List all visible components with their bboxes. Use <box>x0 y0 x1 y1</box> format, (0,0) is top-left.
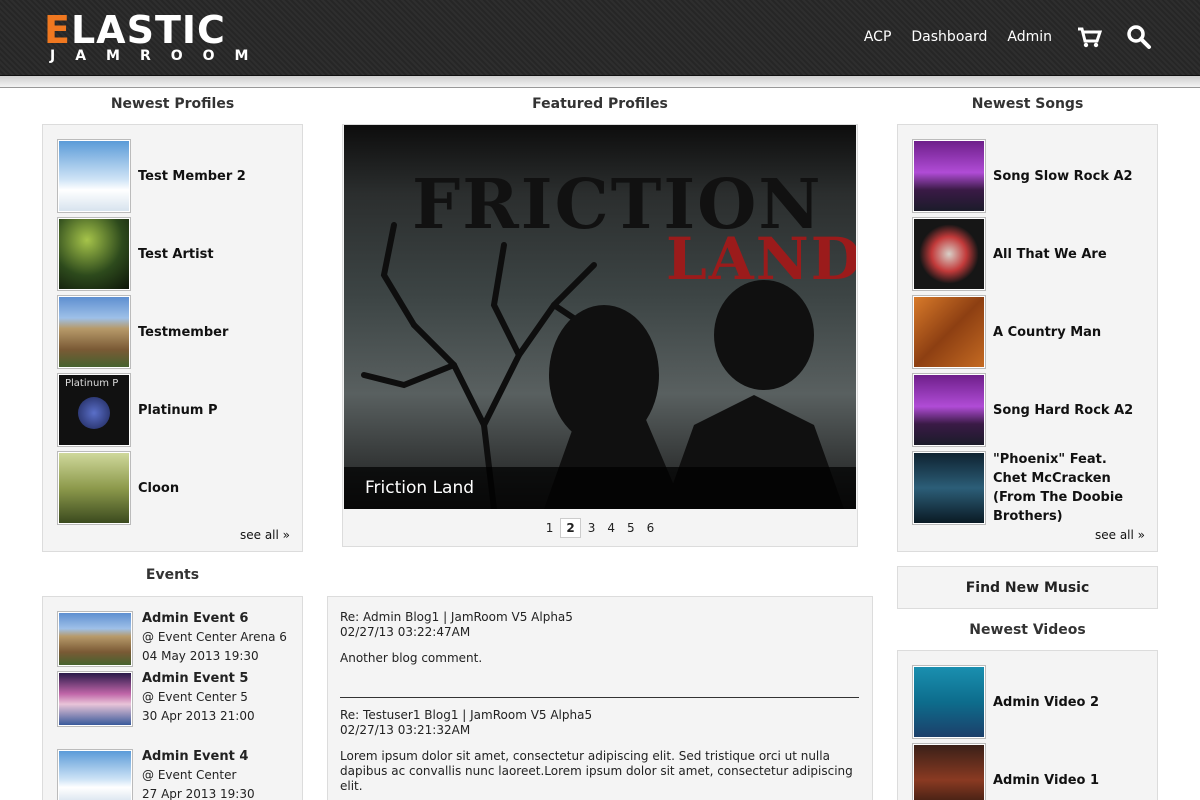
site-logo[interactable]: ELASTIC JAMROOM <box>44 10 284 66</box>
song-title[interactable]: Song Hard Rock A2 <box>993 401 1133 420</box>
page-link[interactable]: 3 <box>583 519 601 537</box>
divider <box>340 697 859 698</box>
event-venue: @ Event Center 5 <box>142 690 248 704</box>
nav-dashboard[interactable]: Dashboard <box>911 29 987 45</box>
video-title[interactable]: Admin Video 1 <box>993 771 1099 790</box>
blog-entry-body: Lorem ipsum dolor sit amet, consectetur … <box>340 749 853 793</box>
blog-entry-date: 02/27/13 03:22:47AM <box>340 625 471 639</box>
tree-silhouette <box>361 222 844 509</box>
profile-thumbnail[interactable] <box>57 139 131 213</box>
list-item[interactable]: "Phoenix" Feat. Chet McCracken (From The… <box>912 451 1143 525</box>
see-all-link[interactable]: see all » <box>240 528 290 542</box>
video-thumbnail[interactable] <box>912 743 986 800</box>
video-title[interactable]: Admin Video 2 <box>993 693 1099 712</box>
page-link[interactable]: 6 <box>642 519 660 537</box>
song-title[interactable]: Song Slow Rock A2 <box>993 167 1133 186</box>
featured-caption[interactable]: Friction Land <box>344 467 856 509</box>
logo-sub-text: JAMROOM <box>50 48 269 64</box>
blog-entry: Re: Admin Blog1 | JamRoom V5 Alpha5 02/2… <box>340 610 860 666</box>
blog-entry-body: Another blog comment. <box>340 651 483 665</box>
blog-entry-date: 02/27/13 03:21:32AM <box>340 723 471 737</box>
event-date: 04 May 2013 19:30 <box>142 649 259 663</box>
blog-comments-panel: Re: Admin Blog1 | JamRoom V5 Alpha5 02/2… <box>327 596 873 800</box>
event-title[interactable]: Admin Event 6 <box>142 609 287 628</box>
profile-name[interactable]: Test Artist <box>138 245 214 264</box>
event-title[interactable]: Admin Event 5 <box>142 669 255 688</box>
event-date: 27 Apr 2013 19:30 <box>142 787 255 800</box>
header-separator <box>0 76 1200 88</box>
list-item[interactable]: Cloon <box>57 451 179 525</box>
list-item[interactable]: A Country Man <box>912 295 1101 369</box>
profile-thumbnail[interactable]: Platinum P <box>57 373 131 447</box>
search-icon[interactable] <box>1126 24 1152 50</box>
page-link-active[interactable]: 2 <box>560 518 581 538</box>
profile-thumbnail[interactable] <box>57 451 131 525</box>
events-title: Events <box>145 567 200 583</box>
event-date: 30 Apr 2013 21:00 <box>142 709 255 723</box>
event-title[interactable]: Admin Event 4 <box>142 747 255 766</box>
song-title[interactable]: All That We Are <box>993 245 1107 264</box>
profile-name[interactable]: Test Member 2 <box>138 167 246 186</box>
list-item[interactable]: All That We Are <box>912 217 1107 291</box>
blog-entry-title[interactable]: Re: Testuser1 Blog1 | JamRoom V5 Alpha5 <box>340 708 860 723</box>
event-thumbnail[interactable] <box>57 611 133 667</box>
list-item[interactable]: Test Artist <box>57 217 214 291</box>
list-item[interactable]: Platinum P Platinum P <box>57 373 218 447</box>
logo-accent-letter: E <box>44 8 71 52</box>
list-item[interactable]: Song Slow Rock A2 <box>912 139 1133 213</box>
newest-profiles-title: Newest Profiles <box>110 96 235 112</box>
newest-videos-title: Newest Videos <box>969 622 1086 638</box>
profile-name[interactable]: Testmember <box>138 323 228 342</box>
song-thumbnail[interactable] <box>912 217 986 291</box>
logo-main-text: LASTIC <box>70 8 226 52</box>
page-link[interactable]: 4 <box>602 519 620 537</box>
profile-name[interactable]: Platinum P <box>138 401 218 420</box>
list-item[interactable]: Song Hard Rock A2 <box>912 373 1133 447</box>
newest-profiles-panel: Test Member 2 Test Artist Testmember Pla… <box>42 124 303 552</box>
main-nav: ACP Dashboard Admin <box>844 24 1152 50</box>
profile-thumbnail[interactable] <box>57 217 131 291</box>
page-link[interactable]: 5 <box>622 519 640 537</box>
song-thumbnail[interactable] <box>912 451 986 525</box>
event-item[interactable]: Admin Event 4 @ Event Center 27 Apr 2013… <box>57 749 255 800</box>
site-header: ELASTIC JAMROOM ACP Dashboard Admin <box>0 0 1200 76</box>
list-item[interactable]: Admin Video 2 <box>912 665 1099 739</box>
see-all-link[interactable]: see all » <box>1095 528 1145 542</box>
thumbnail-text: Platinum P <box>65 378 119 389</box>
events-panel: Admin Event 6 @ Event Center Arena 6 04 … <box>42 596 303 800</box>
list-item[interactable]: Admin Video 1 <box>912 743 1099 800</box>
featured-image[interactable]: FRICTION LAND <box>344 125 856 509</box>
event-venue: @ Event Center Arena 6 <box>142 630 287 644</box>
find-new-music-button[interactable]: Find New Music <box>897 566 1158 609</box>
video-thumbnail[interactable] <box>912 665 986 739</box>
event-item[interactable]: Admin Event 5 @ Event Center 5 30 Apr 20… <box>57 671 255 727</box>
blog-entry-title[interactable]: Re: Admin Blog1 | JamRoom V5 Alpha5 <box>340 610 860 625</box>
featured-pager: 123456 <box>342 518 858 538</box>
song-title[interactable]: "Phoenix" Feat. Chet McCracken (From The… <box>993 450 1143 526</box>
featured-profiles-title: Featured Profiles <box>532 96 668 112</box>
list-item[interactable]: Testmember <box>57 295 228 369</box>
event-venue: @ Event Center <box>142 768 237 782</box>
cart-icon[interactable] <box>1076 24 1103 50</box>
song-thumbnail[interactable] <box>912 295 986 369</box>
event-thumbnail[interactable] <box>57 671 133 727</box>
event-item[interactable]: Admin Event 6 @ Event Center Arena 6 04 … <box>57 611 287 667</box>
nav-acp[interactable]: ACP <box>864 29 892 45</box>
list-item[interactable]: Test Member 2 <box>57 139 246 213</box>
profile-thumbnail[interactable] <box>57 295 131 369</box>
newest-songs-title: Newest Songs <box>971 96 1084 112</box>
newest-videos-panel: Admin Video 2 Admin Video 1 <box>897 650 1158 800</box>
song-thumbnail[interactable] <box>912 373 986 447</box>
blog-entry: Re: Testuser1 Blog1 | JamRoom V5 Alpha5 … <box>340 708 860 794</box>
page-link[interactable]: 1 <box>541 519 559 537</box>
newest-songs-panel: Song Slow Rock A2 All That We Are A Coun… <box>897 124 1158 552</box>
profile-name[interactable]: Cloon <box>138 479 179 498</box>
nav-admin[interactable]: Admin <box>1007 29 1052 45</box>
song-title[interactable]: A Country Man <box>993 323 1101 342</box>
song-thumbnail[interactable] <box>912 139 986 213</box>
event-thumbnail[interactable] <box>57 749 133 800</box>
